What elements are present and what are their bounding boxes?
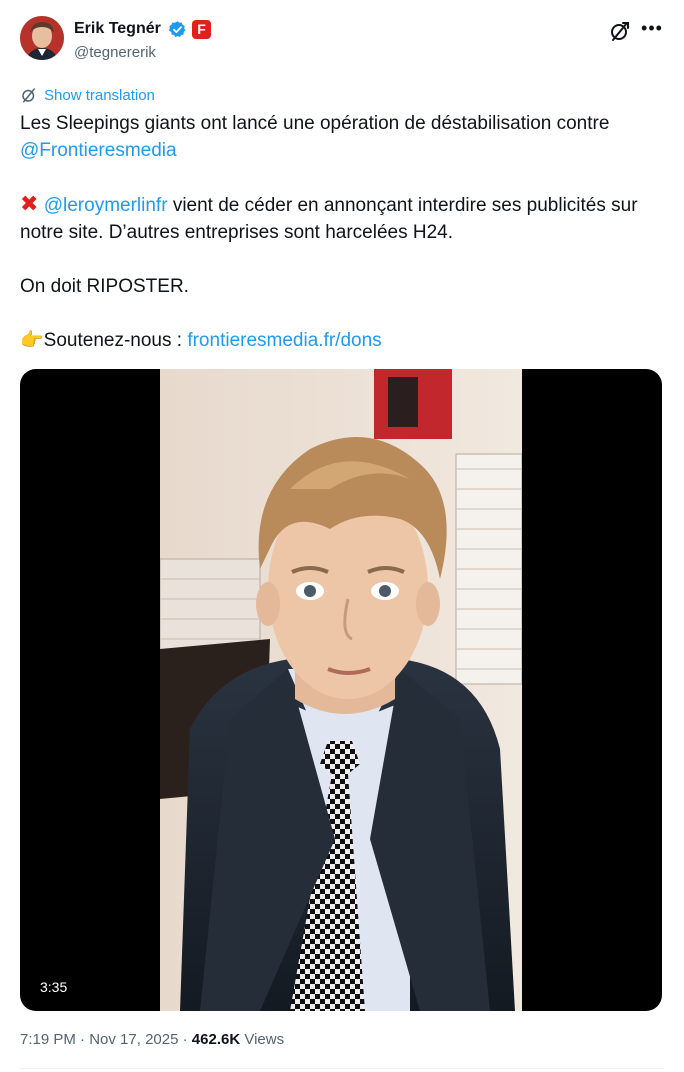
views-label: Views: [244, 1031, 285, 1048]
views-count: 462.6K: [191, 1031, 241, 1048]
video-frame: [160, 369, 522, 1011]
affiliation-badge[interactable]: F: [192, 20, 211, 39]
meta-separator: ·: [80, 1031, 86, 1048]
mention-frontieresmedia[interactable]: @Frontieresmedia: [20, 140, 177, 161]
translate-icon: [22, 88, 35, 103]
show-translation-link[interactable]: Show translation: [20, 86, 155, 104]
author-name[interactable]: Erik Tegnér: [74, 20, 161, 38]
video-player[interactable]: [20, 369, 662, 1011]
tweet-time[interactable]: 7:19 PM: [20, 1031, 76, 1048]
grok-icon[interactable]: [608, 19, 632, 43]
support-link[interactable]: frontieresmedia.fr/dons: [187, 330, 381, 351]
verified-badge-icon[interactable]: [168, 20, 187, 39]
tweet-line-3: On doit RIPOSTER.: [20, 276, 189, 297]
mention-leroymerlinfr[interactable]: @leroymerlinfr: [44, 195, 168, 216]
show-translation-label: Show translation: [44, 86, 155, 104]
tweet-meta: 7:19 PM · Nov 17, 2025 · 462.6K Views: [20, 1031, 284, 1048]
author-avatar[interactable]: [20, 16, 64, 60]
support-label: Soutenez-nous :: [43, 330, 183, 351]
tweet-line-1: Les Sleepings giants ont lancé une opéra…: [20, 113, 610, 134]
avatar-image: [20, 16, 64, 60]
meta-separator: ·: [182, 1031, 188, 1048]
video-thumbnail-image: [160, 369, 522, 1011]
more-options-icon[interactable]: •••: [638, 16, 666, 44]
pointing-hand-icon: 👉: [20, 329, 44, 351]
divider: [20, 1068, 664, 1069]
tweet-text: Les Sleepings giants ont lancé une opéra…: [20, 110, 660, 354]
cross-mark-icon: ✖: [20, 192, 39, 217]
tweet-date[interactable]: Nov 17, 2025: [89, 1031, 178, 1048]
video-duration: 3:35: [34, 975, 74, 999]
author-handle[interactable]: @tegnererik: [74, 44, 156, 61]
